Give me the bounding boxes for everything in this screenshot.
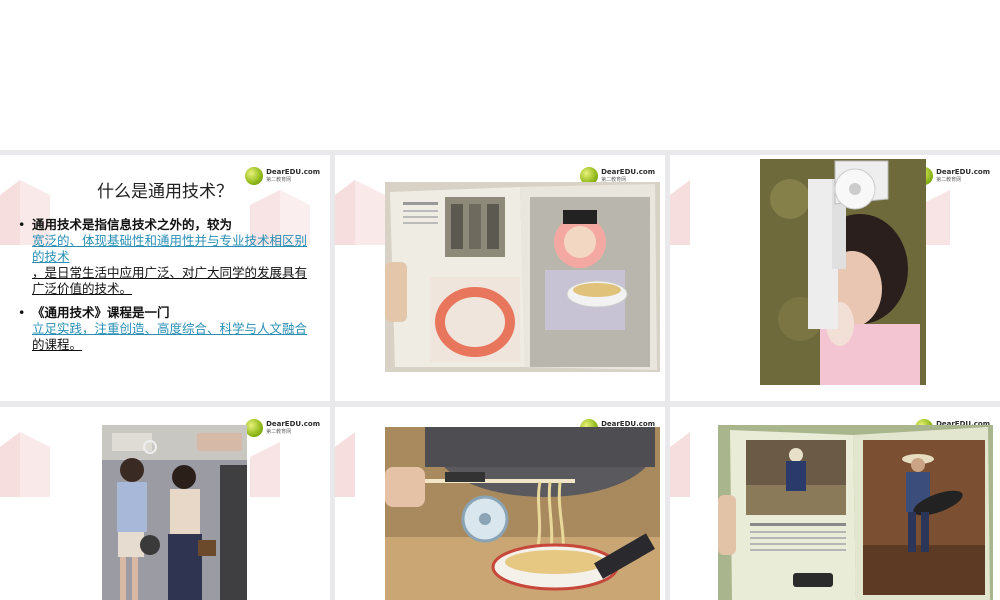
gardener-book-illustration [718, 425, 993, 600]
logo-text: DearEDU.com [936, 168, 990, 176]
bullet-tail-text: ，是日常生活中应用广泛、对广大同学的发展具有广泛价值的技术。 [32, 265, 308, 296]
slide-thumbnail-2[interactable]: DearEDU.com 第二教育网 [335, 155, 665, 401]
slide-thumbnail-grid: DearEDU.com 第二教育网 什么是通用技术？ • 通用技术是指信息技术之外… [0, 150, 1000, 600]
book-portable-seat-photo [718, 425, 993, 600]
logo: DearEDU.com第二教育网 [915, 167, 990, 185]
slide-thumbnail-4[interactable]: DearEDU.com 第二教育网 [0, 407, 330, 600]
bullet-lead-text: 通用技术是指信息技术之外的，较为 [32, 217, 233, 232]
book-photo-illustration [385, 182, 660, 372]
bullet-link-text[interactable]: 宽泛的、体现基础性和通用性并与专业技术相区别的技术 [32, 233, 310, 265]
logo-text: DearEDU.com [601, 168, 655, 176]
tissue-hat-illustration [760, 159, 926, 385]
slide-thumbnail-3[interactable]: DearEDU.com 第二教育网 [670, 155, 1000, 401]
bullet-link-text[interactable]: 立足实践，注重创造、高度综合、科学与人文融合 [32, 321, 310, 337]
bullet-marker: • [18, 305, 26, 320]
noodle-fan-chopsticks-photo [385, 427, 660, 600]
logo-subtext: 第二教育网 [936, 177, 962, 183]
slide-title: 什么是通用技术？ [97, 182, 233, 202]
slide-thumbnail-6[interactable]: DearEDU.com第二教育网 [670, 407, 1000, 600]
book-face-shield-photo [385, 182, 660, 372]
tissue-roll-hat-photo [760, 159, 926, 385]
bullet-list: • 通用技术是指信息技术之外的，较为 宽泛的、体现基础性和通用性并与专业技术相区… [18, 217, 310, 361]
bullet-tail-text: 的课程。 [32, 337, 83, 352]
bullet-lead-text: 《通用技术》课程是一门 [32, 305, 170, 320]
slide-thumbnail-1[interactable]: DearEDU.com 第二教育网 什么是通用技术？ • 通用技术是指信息技术之外… [0, 155, 330, 401]
logo-globe-icon [245, 419, 264, 437]
slide-thumbnail-5[interactable]: DearEDU.com第二教育网 [335, 407, 665, 600]
subway-illustration [102, 425, 247, 600]
logo-text: DearEDU.com [266, 420, 320, 428]
logo: DearEDU.com第二教育网 [245, 419, 320, 437]
logo-subtext: 第二教育网 [266, 429, 292, 435]
bullet-item: • 《通用技术》课程是一门 立足实践，注重创造、高度综合、科学与人文融合 的课程… [18, 305, 310, 353]
subway-chin-rest-photo [102, 425, 247, 600]
bullet-marker: • [18, 217, 26, 232]
noodle-fan-illustration [385, 427, 660, 600]
logo-text: DearEDU.com [266, 168, 320, 176]
bullet-item: • 通用技术是指信息技术之外的，较为 宽泛的、体现基础性和通用性并与专业技术相区… [18, 217, 310, 297]
